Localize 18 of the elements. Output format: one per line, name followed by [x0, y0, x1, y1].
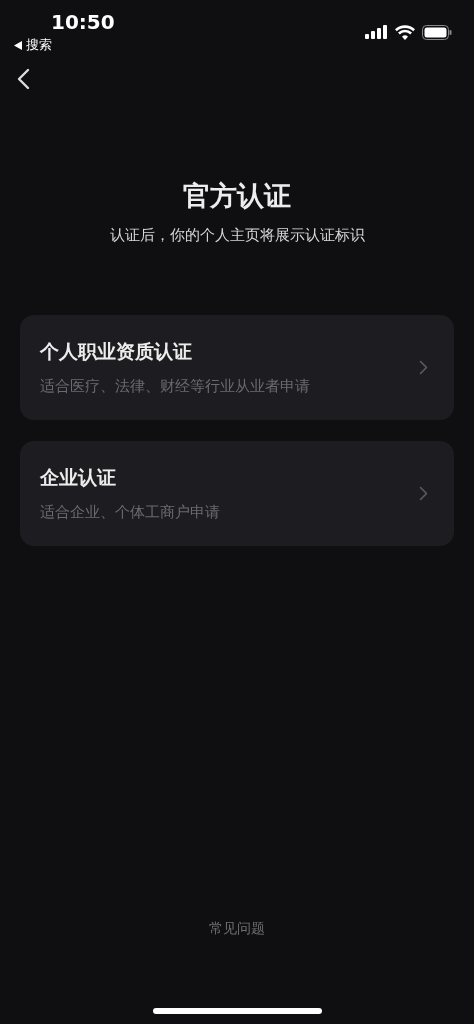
- page-title: 官方认证: [182, 179, 292, 213]
- back-app-link[interactable]: 搜索: [26, 36, 52, 54]
- certification-option-card[interactable]: 个人职业资质认证 适合医疗、法律、财经等行业从业者申请: [20, 315, 454, 420]
- faq-link[interactable]: 常见问题: [209, 920, 265, 938]
- option-title: 个人职业资质认证: [40, 339, 193, 364]
- back-icon[interactable]: [16, 68, 30, 90]
- battery-icon: [422, 24, 452, 40]
- certification-option-card[interactable]: 企业认证 适合企业、个体工商户申请: [20, 441, 454, 546]
- page-subtitle: 认证后，你的个人主页将展示认证标识: [108, 226, 366, 245]
- option-title: 企业认证: [40, 465, 117, 490]
- chevron-right-icon: [419, 486, 428, 501]
- back-triangle-icon: [14, 40, 22, 50]
- chevron-right-icon: [419, 360, 428, 375]
- signal-icon: [365, 25, 388, 39]
- option-description: 适合企业、个体工商户申请: [40, 503, 220, 522]
- status-time: 10:50: [51, 10, 115, 34]
- wifi-icon: [395, 24, 415, 40]
- option-description: 适合医疗、法律、财经等行业从业者申请: [40, 377, 310, 396]
